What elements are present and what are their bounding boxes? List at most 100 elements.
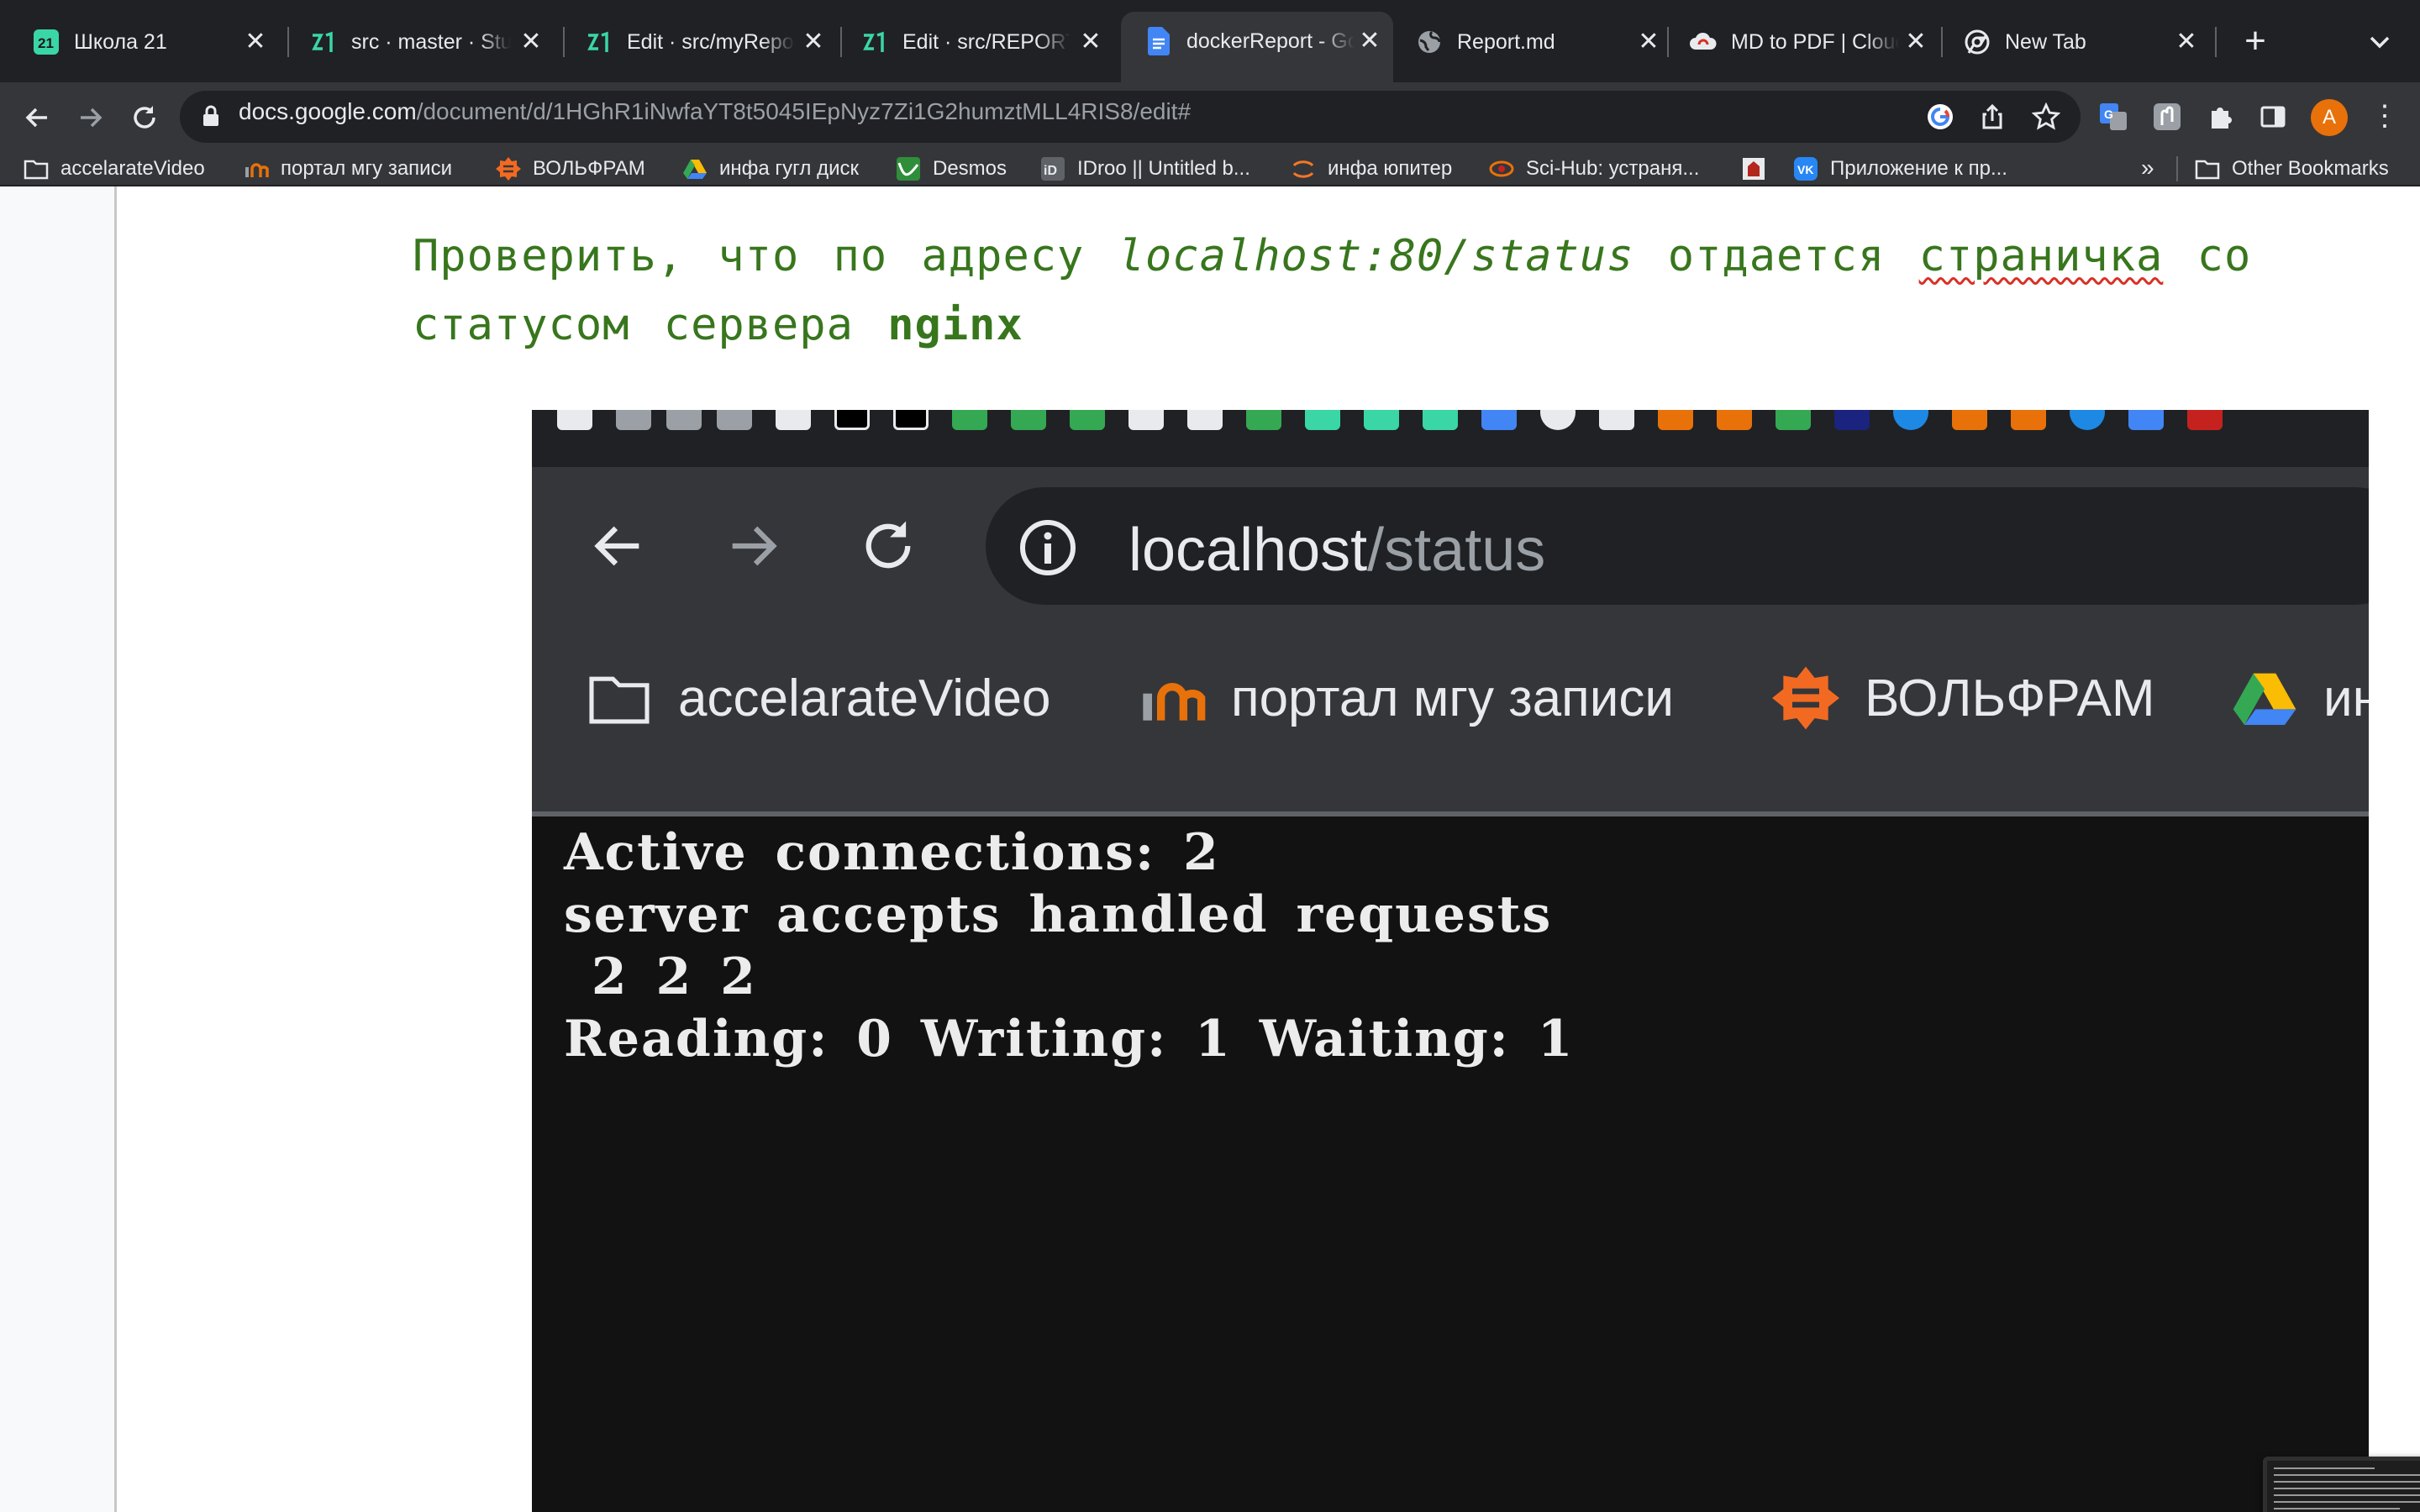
favicon <box>616 410 651 430</box>
tab-title: Report.md <box>1457 29 1555 54</box>
profile-avatar[interactable]: A <box>2311 99 2348 136</box>
msu-crest-icon <box>1741 156 1766 181</box>
embedded-url: localhost/status <box>1128 516 1545 585</box>
embedded-bookmark: ВОЛЬФРАМ <box>1772 660 2155 736</box>
screenshot-thumbnail-preview[interactable] <box>2263 1457 2420 1512</box>
favicon <box>2011 410 2046 430</box>
google-drive-icon <box>2231 664 2298 732</box>
tab-edit-report[interactable]: Edit · src/REPORT ✕ <box>837 13 1114 71</box>
back-arrow-icon[interactable] <box>15 96 59 139</box>
share-icon[interactable] <box>1973 97 2012 136</box>
docs-canvas[interactable]: Проверить, что по адресу localhost:80/st… <box>0 186 2420 1512</box>
bookmark-label: Приложение к пр... <box>1830 157 2007 180</box>
favicon <box>1776 410 1811 430</box>
bookmark-label: инфа гугл диск <box>719 157 859 180</box>
tab-md-to-pdf[interactable]: MD to PDF | CloudConvert ✕ <box>1665 13 1939 71</box>
reload-icon <box>853 511 923 581</box>
close-icon[interactable]: ✕ <box>1635 29 1662 55</box>
github-icon <box>557 410 592 430</box>
close-icon[interactable]: ✕ <box>242 29 269 55</box>
bookmark-vk-app[interactable]: VK Приложение к пр... <box>1793 151 2007 186</box>
new-tab-button[interactable]: + <box>2232 18 2279 66</box>
google-lens-icon[interactable] <box>1921 97 1960 136</box>
embedded-bookmark: ин <box>2231 660 2369 736</box>
tab-title: MD to PDF | CloudConvert <box>1731 29 1899 54</box>
embedded-url-path: /status <box>1367 517 1546 584</box>
favicon <box>1599 410 1634 430</box>
folder-icon <box>2195 156 2220 181</box>
bookmark-idroo[interactable]: iD IDroo || Untitled b... <box>1040 151 1250 186</box>
school21-icon <box>585 28 613 56</box>
other-bookmarks[interactable]: Other Bookmarks <box>2195 151 2389 186</box>
side-panel-icon[interactable] <box>2254 97 2292 136</box>
bookmark-jupyter[interactable]: инфа юпитер <box>1291 151 1452 186</box>
bookmark-label: Desmos <box>933 157 1007 180</box>
tab-title: Edit · src/REPORT <box>902 29 1071 54</box>
tab-new-tab[interactable]: New Tab ✕ <box>1939 13 2210 71</box>
tab-title: Edit · src/myReport <box>627 29 795 54</box>
misspelled-word[interactable]: страничка <box>1919 231 2164 281</box>
school21-icon <box>860 28 889 56</box>
nginx-bold-text: nginx <box>887 300 1023 350</box>
favicon <box>1364 410 1399 430</box>
tab-report-md[interactable]: Report.md ✕ <box>1392 13 1672 71</box>
favicon <box>1540 410 1576 430</box>
google-translate-icon[interactable]: G <box>2094 97 2133 136</box>
bookmark-accelaratevideo[interactable]: accelarateVideo <box>24 151 205 186</box>
close-icon[interactable]: ✕ <box>518 29 544 55</box>
bookmark-wolfram[interactable]: ВОЛЬФРАМ <box>496 151 645 186</box>
more-menu-icon[interactable]: ⋮ <box>2368 99 2402 136</box>
extensions-puzzle-icon[interactable] <box>2202 97 2240 136</box>
close-icon[interactable]: ✕ <box>2173 29 2200 55</box>
jupyter-icon <box>1291 156 1316 181</box>
bookmark-label: портал мгу записи <box>281 157 452 180</box>
close-icon[interactable]: ✕ <box>1902 29 1929 55</box>
favicon <box>1893 410 1928 430</box>
bookmark-msu-crest[interactable] <box>1741 151 1766 186</box>
url-path: /document/d/1HGhR1iNwfaYT8t5045IEpNyz7Zi… <box>416 98 1192 124</box>
embedded-screenshot-image[interactable]: localhost/status accelarateVideo портал … <box>532 410 2369 1512</box>
favicon <box>776 410 811 430</box>
bookmarks-overflow-button[interactable]: » <box>2141 151 2154 186</box>
thumbnail-line <box>2274 1508 2400 1509</box>
tab-edit-myreport[interactable]: Edit · src/myReport ✕ <box>561 13 837 71</box>
bookmark-label: accelarateVideo <box>60 157 205 180</box>
msu-portal-icon <box>244 156 269 181</box>
extension-hand-icon[interactable] <box>2148 97 2186 136</box>
close-icon[interactable]: ✕ <box>1356 28 1383 55</box>
thumbnail-line <box>2274 1494 2420 1496</box>
address-url[interactable]: docs.google.com/document/d/1HGhR1iNwfaYT… <box>239 98 1191 125</box>
thumbnail-line <box>2274 1467 2375 1469</box>
tab-src-master[interactable]: src · master · Student ✕ <box>286 13 555 71</box>
cloudconvert-icon <box>1689 28 1718 56</box>
tab-separator <box>2215 27 2217 57</box>
bookmark-scihub[interactable]: Sci-Hub: устраня... <box>1489 151 1699 186</box>
school21-icon <box>309 28 338 56</box>
svg-text:VK: VK <box>1797 163 1813 176</box>
close-icon[interactable]: ✕ <box>1077 29 1104 55</box>
forward-arrow-icon[interactable] <box>69 96 113 139</box>
embedded-bookmark-favicons-row <box>532 410 2369 467</box>
tab-title: src · master · Student <box>351 29 511 54</box>
close-icon[interactable]: ✕ <box>800 29 827 55</box>
bookmark-star-icon[interactable] <box>2027 97 2065 136</box>
tab-title: New Tab <box>2005 29 2086 54</box>
status-line: server accepts handled requests <box>564 885 1553 944</box>
favicon <box>1834 410 1870 430</box>
reload-icon[interactable] <box>123 96 166 139</box>
bookmark-msu-portal[interactable]: портал мгу записи <box>244 151 452 186</box>
globe-icon <box>1415 28 1444 56</box>
bookmark-desmos[interactable]: Desmos <box>896 151 1007 186</box>
lock-icon[interactable] <box>202 104 224 129</box>
url-host: docs.google.com <box>239 98 417 124</box>
bookmark-google-drive[interactable]: инфа гугл диск <box>682 151 859 186</box>
document-page[interactable]: Проверить, что по адресу localhost:80/st… <box>114 186 2420 1512</box>
tab-docker-report[interactable]: dockerReport - Google Docs ✕ <box>1121 12 1393 82</box>
url-italic-text: localhost:80/status <box>1118 231 1634 281</box>
tab-school21[interactable]: 21 Школа 21 ✕ <box>8 13 279 71</box>
favicon <box>1011 410 1046 430</box>
tab-title: Школа 21 <box>74 29 167 54</box>
vk-icon: VK <box>1793 156 1818 181</box>
document-paragraph[interactable]: Проверить, что по адресу localhost:80/st… <box>413 222 2312 360</box>
tab-search-chevron-icon[interactable] <box>2361 24 2398 60</box>
